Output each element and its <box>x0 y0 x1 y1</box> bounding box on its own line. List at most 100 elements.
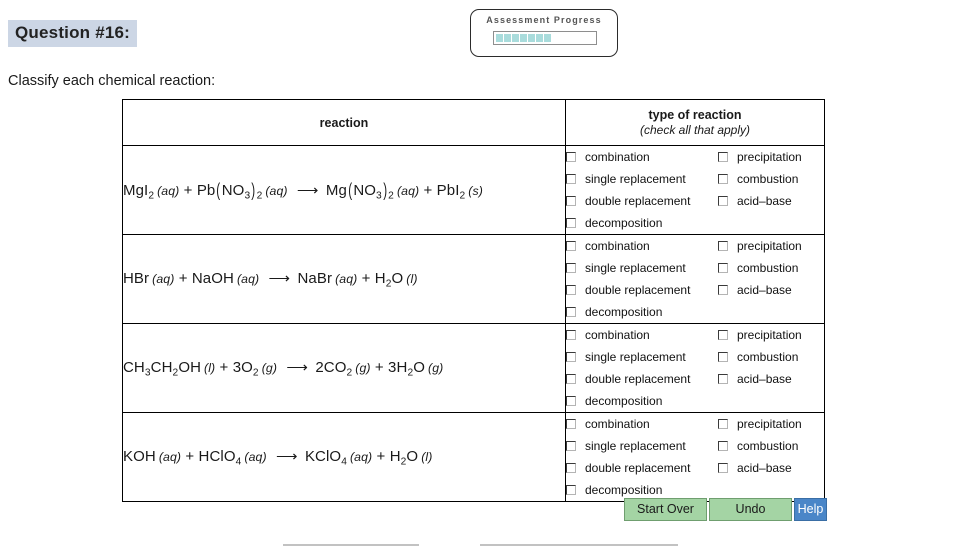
checkbox-icon[interactable] <box>566 307 576 317</box>
checkbox-row1-combination[interactable]: combination <box>566 146 718 168</box>
checkbox-icon[interactable] <box>566 485 576 495</box>
eq1-plus1: + <box>183 181 193 199</box>
checkbox-row1-single-replacement[interactable]: single replacement <box>566 168 718 190</box>
checkbox-icon[interactable] <box>718 285 728 295</box>
checkbox-icon[interactable] <box>718 330 728 340</box>
eq1-product1-outer-sub: 2 <box>388 189 394 201</box>
checkbox-icon[interactable] <box>566 441 576 451</box>
checkbox-label: single replacement <box>585 439 686 453</box>
checkbox-row3-precipitation[interactable]: precipitation <box>718 324 824 346</box>
eq2-reactant2: NaOH <box>191 269 234 287</box>
checkbox-row3-single-replacement[interactable]: single replacement <box>566 346 718 368</box>
checkbox-row1-double-replacement[interactable]: double replacement <box>566 190 718 212</box>
progress-block <box>544 34 551 42</box>
checkbox-row4-acid-base[interactable]: acid–base <box>718 457 824 479</box>
checkbox-icon[interactable] <box>718 241 728 251</box>
eq4-arrow: ⟶ <box>275 447 298 465</box>
help-button[interactable]: Help <box>794 498 827 521</box>
checkbox-label: combustion <box>737 439 799 453</box>
checkbox-label: single replacement <box>585 350 686 364</box>
checkbox-icon[interactable] <box>566 174 576 184</box>
checkbox-label: combination <box>585 150 650 164</box>
assessment-progress-widget: Assessment Progress <box>470 9 618 57</box>
checkbox-icon[interactable] <box>718 463 728 473</box>
checkbox-row4-combustion[interactable]: combustion <box>718 435 824 457</box>
eq4-product2-a: H <box>389 447 401 465</box>
checkbox-icon[interactable] <box>718 152 728 162</box>
eq2-reactant2-state: (aq) <box>236 271 260 286</box>
undo-button[interactable]: Undo <box>709 498 792 521</box>
checkbox-icon[interactable] <box>566 241 576 251</box>
progress-block <box>520 34 527 42</box>
checkbox-row2-acid-base[interactable]: acid–base <box>718 279 824 301</box>
checkbox-icon[interactable] <box>566 419 576 429</box>
checkbox-label: acid–base <box>737 283 792 297</box>
checkbox-icon[interactable] <box>566 152 576 162</box>
eq3-plus2: + <box>374 358 384 376</box>
checkbox-row3-combustion[interactable]: combustion <box>718 346 824 368</box>
action-button-bar: Start Over Undo Help <box>624 498 827 521</box>
checkbox-row1-acid-base[interactable]: acid–base <box>718 190 824 212</box>
checkbox-icon[interactable] <box>718 441 728 451</box>
eq2-plus1: + <box>178 269 188 287</box>
checkbox-icon[interactable] <box>718 174 728 184</box>
checkbox-row3-acid-base[interactable]: acid–base <box>718 368 824 390</box>
eq3-reactant1-b: CH <box>150 358 173 376</box>
reaction-equation-4: KOH (aq) + HClO4 (aq) ⟶ KClO4 (aq) + H2O (l) <box>122 412 566 502</box>
checkbox-row2-single-replacement[interactable]: single replacement <box>566 257 718 279</box>
eq3-reactant1-a: CH <box>123 358 145 376</box>
eq2-reactant1-state: (aq) <box>152 271 175 286</box>
checkbox-row1-precipitation[interactable]: precipitation <box>718 146 824 168</box>
eq1-reactant2-state: (aq) <box>265 183 288 198</box>
checkbox-icon[interactable] <box>718 352 728 362</box>
checkbox-label: single replacement <box>585 172 686 186</box>
checkbox-row3-combination[interactable]: combination <box>566 324 718 346</box>
eq4-product1-sub: 4 <box>341 456 347 468</box>
eq3-product2-coef: 3 <box>388 358 397 376</box>
checkbox-row2-combustion[interactable]: combustion <box>718 257 824 279</box>
eq1-reactant1: MgI <box>123 181 149 199</box>
eq1-product2: PbI <box>436 181 460 199</box>
checkbox-row2-combination[interactable]: combination <box>566 235 718 257</box>
checkbox-row1-combustion[interactable]: combustion <box>718 168 824 190</box>
checkbox-icon[interactable] <box>718 263 728 273</box>
checkbox-row4-double-replacement[interactable]: double replacement <box>566 457 718 479</box>
checkbox-icon[interactable] <box>718 419 728 429</box>
checkbox-icon[interactable] <box>718 196 728 206</box>
checkbox-icon[interactable] <box>566 263 576 273</box>
checkbox-row2-double-replacement[interactable]: double replacement <box>566 279 718 301</box>
checkbox-icon[interactable] <box>566 285 576 295</box>
checkbox-row2-precipitation[interactable]: precipitation <box>718 235 824 257</box>
checkbox-row2-decomposition[interactable]: decomposition <box>566 301 718 323</box>
eq3-reactant1-state: (l) <box>204 360 216 375</box>
checkbox-row3-double-replacement[interactable]: double replacement <box>566 368 718 390</box>
table-header-row: reaction type of reaction (check all tha… <box>122 99 825 146</box>
eq4-product2-b: O <box>406 447 419 465</box>
checkbox-icon[interactable] <box>566 352 576 362</box>
checkbox-row4-single-replacement[interactable]: single replacement <box>566 435 718 457</box>
checkbox-icon[interactable] <box>566 196 576 206</box>
eq3-plus1: + <box>219 358 229 376</box>
checkbox-row3-decomposition[interactable]: decomposition <box>566 390 718 412</box>
checkbox-icon[interactable] <box>566 330 576 340</box>
question-prompt: Classify each chemical reaction: <box>8 73 216 89</box>
checkbox-icon[interactable] <box>566 218 576 228</box>
checkbox-row1-decomposition[interactable]: decomposition <box>566 212 718 234</box>
eq4-reactant2-a: HClO <box>198 447 236 465</box>
start-over-button[interactable]: Start Over <box>624 498 707 521</box>
eq1-product1-state: (aq) <box>396 183 420 198</box>
eq1-paren-close: ) <box>251 179 256 200</box>
eq3-product1-sub: 2 <box>346 367 353 379</box>
eq4-product1-state: (aq) <box>349 449 373 464</box>
eq3-arrow: ⟶ <box>286 358 308 376</box>
checkbox-icon[interactable] <box>566 374 576 384</box>
progress-bar <box>493 31 597 45</box>
eq3-reactant2-a: O <box>241 358 253 376</box>
checkbox-row4-precipitation[interactable]: precipitation <box>718 413 824 435</box>
checkbox-row4-combination[interactable]: combination <box>566 413 718 435</box>
checkbox-label: precipitation <box>737 328 802 342</box>
checkbox-icon[interactable] <box>566 463 576 473</box>
checkbox-icon[interactable] <box>718 374 728 384</box>
eq1-product2-state: (s) <box>468 183 483 198</box>
checkbox-icon[interactable] <box>566 396 576 406</box>
